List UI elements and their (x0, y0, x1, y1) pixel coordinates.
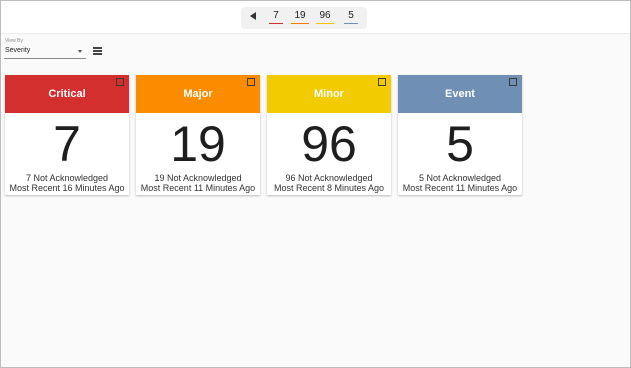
not-acknowledged-text: 5 Not Acknowledged (418, 173, 502, 183)
severity-card-critical[interactable]: Critical 7 7 Not Acknowledged Most Recen… (5, 75, 129, 195)
select-checkbox[interactable] (247, 78, 255, 86)
minor-underline (316, 23, 334, 24)
summary-count-critical[interactable]: 7 (269, 10, 283, 24)
card-count: 19 (170, 116, 226, 172)
summary-count-event[interactable]: 5 (344, 10, 358, 24)
view-by-dropdown[interactable]: Severity (4, 46, 86, 59)
severity-card-event[interactable]: Event 5 5 Not Acknowledged Most Recent 1… (398, 75, 522, 195)
card-header: Minor (267, 75, 391, 113)
top-bar: 7 19 96 5 (1, 1, 630, 34)
not-acknowledged-text: 96 Not Acknowledged (285, 173, 373, 183)
card-count: 7 (53, 116, 81, 172)
card-title: Event (445, 88, 475, 100)
card-count: 96 (301, 116, 357, 172)
view-by-label: View By (5, 38, 23, 44)
most-recent-text: Most Recent 11 Minutes Ago (140, 183, 256, 193)
card-header: Critical (5, 75, 129, 113)
severity-card-major[interactable]: Major 19 19 Not Acknowledged Most Recent… (136, 75, 260, 195)
select-checkbox[interactable] (378, 78, 386, 86)
card-title: Critical (48, 88, 86, 100)
card-header: Major (136, 75, 260, 113)
not-acknowledged-text: 19 Not Acknowledged (154, 173, 242, 183)
most-recent-text: Most Recent 16 Minutes Ago (9, 183, 125, 193)
select-checkbox[interactable] (116, 78, 124, 86)
list-icon[interactable] (93, 47, 102, 55)
back-arrow-icon[interactable] (250, 12, 256, 20)
major-underline (291, 23, 309, 24)
card-title: Major (183, 88, 213, 100)
severity-card-minor[interactable]: Minor 96 96 Not Acknowledged Most Recent… (267, 75, 391, 195)
most-recent-text: Most Recent 11 Minutes Ago (402, 183, 518, 193)
critical-underline (269, 23, 283, 24)
view-by-selected-value: Severity (5, 47, 31, 54)
app-frame: 7 19 96 5 View By Severity Critical 7 7 … (0, 0, 631, 368)
select-checkbox[interactable] (509, 78, 517, 86)
summary-count-major[interactable]: 19 (291, 10, 309, 24)
summary-count-minor[interactable]: 96 (316, 10, 334, 24)
card-count: 5 (446, 116, 474, 172)
card-header: Event (398, 75, 522, 113)
caret-down-icon (78, 50, 82, 53)
event-underline (344, 23, 358, 24)
not-acknowledged-text: 7 Not Acknowledged (25, 173, 109, 183)
most-recent-text: Most Recent 8 Minutes Ago (273, 183, 385, 193)
card-title: Minor (314, 88, 344, 100)
